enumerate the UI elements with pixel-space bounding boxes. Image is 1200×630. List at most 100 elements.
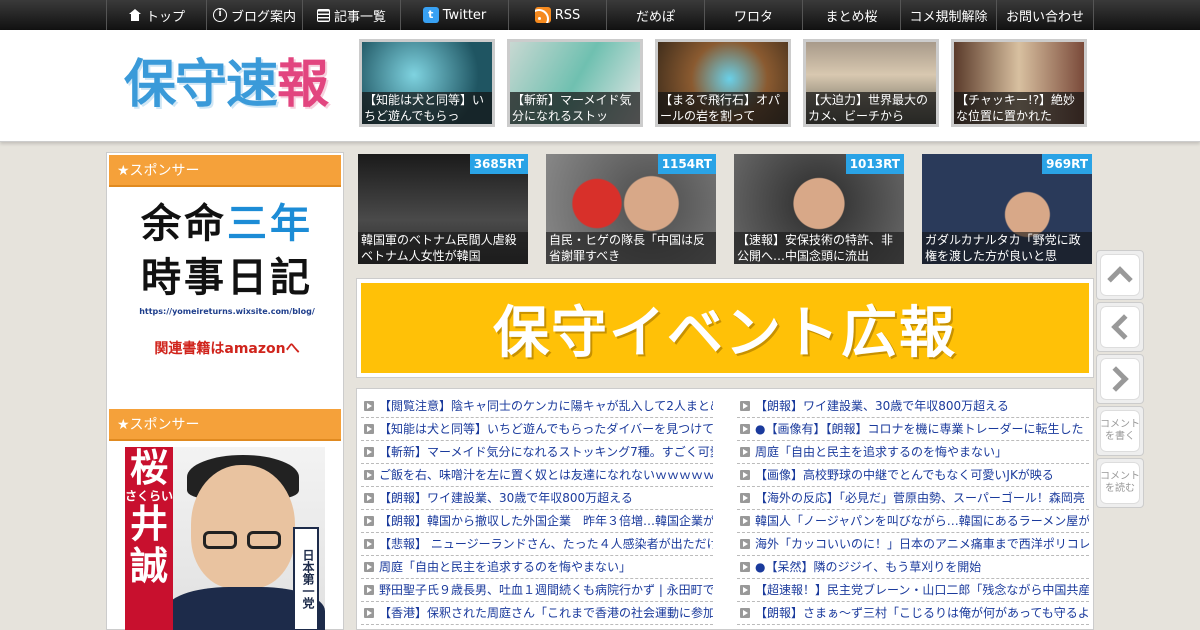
headline-link[interactable]: 【香港】保釈された周庭さん「これまで香港の社会運動に参加 [361,602,713,625]
featured-caption: 【まるで飛行石】オパールの岩を割って [658,92,788,124]
headline-link[interactable]: 【斬新】マーメイド気分になれるストッキング7種。すごく可愛 [361,441,713,464]
headline-link[interactable]: ご飯を右、味噌汁を左に置く奴とは友達になれないｗｗｗｗｗ [361,464,713,487]
featured-caption: 【チャッキー!?】絶妙な位置に置かれた [954,92,1084,124]
headline-link[interactable]: 【画像】高校野球の中継でとんでもなく可愛いJKが映る [737,464,1089,487]
comment-write-button[interactable]: コメントを書く [1096,406,1144,456]
nav-rss[interactable]: RSS [508,0,606,30]
sponsor-heading: ★スポンサー [109,409,341,441]
headline-link[interactable]: 【超速報！】民主党ブレーン・山口二郎「残念ながら中国共産 [737,579,1089,602]
nav-label: コメ規制解除 [909,9,988,25]
nav-label: まとめ桜 [825,9,878,25]
nav-label: Twitter [442,7,487,23]
ad-title-line1: 余命三年 [127,197,327,251]
headline-link[interactable]: 【朗報】さまぁ～ず三村「こじるりは俺が何があっても守るよ [737,602,1089,625]
comment-read-label: コメントを読む [1100,462,1140,504]
featured-thumb[interactable]: 【斬新】マーメイド気分になれるストッ [507,39,643,127]
featured-thumb[interactable]: 【大迫力】世界最大のカメ、ビーチから [803,39,939,127]
nav-warota[interactable]: ワロタ [704,0,802,30]
nav-label: トップ [145,9,185,25]
sponsor-heading: ★スポンサー [109,155,341,187]
comment-read-button[interactable]: コメントを読む [1096,458,1144,508]
featured-thumb[interactable]: 【チャッキー!?】絶妙な位置に置かれた [951,39,1087,127]
headline-list: 【閲覧注意】陰キャ同士のケンカに陽キャが乱入して2人まとめて 【知能は犬と同等】… [356,388,1094,630]
sponsor-ad-yomei[interactable]: 余命三年 時事日記 https://yomeireturns.wixsite.c… [127,197,327,358]
headline-link[interactable]: 周庭「自由と民主を追求するのを悔やまない」 [361,556,713,579]
headline-column-right: 【朗報】ワイ建設業、30歳で年収800万超える ●【画像有】【朗報】コロナを機に… [737,395,1089,625]
sidebar: ★スポンサー 余命三年 時事日記 https://yomeireturns.wi… [106,152,344,630]
ad-title-part-accent: 三年 [227,201,313,247]
main-content: 3685RT 韓国軍のベトナム民間人虐殺 ベトナム人女性が韓国 1154RT 自… [354,152,1096,630]
headline-link[interactable]: 周庭「自由と民主を追求するのを悔やまない」 [737,441,1089,464]
nav-damepo[interactable]: だめぽ [606,0,704,30]
featured-thumb[interactable]: 【まるで飛行石】オパールの岩を割って [655,39,791,127]
list-icon [316,8,330,22]
nav-contact[interactable]: お問い合わせ [996,0,1094,30]
logo-text-accent: 報 [277,55,329,115]
headline-link[interactable]: 【悲報】 ニュージーランドさん、たった４人感染者が出ただけ [361,533,713,556]
headline-link[interactable]: 【知能は犬と同等】いちど遊んでもらったダイバーを見つけて [361,418,713,441]
candidate-name: 桜 さくらい 井 誠 [125,447,173,630]
nav-blog-guide[interactable]: i ブログ案内 [206,0,302,30]
featured-thumb[interactable]: 【知能は犬と同等】いちど遊んでもらっ [359,39,495,127]
sponsor-ad-sakurai[interactable]: 桜 さくらい 井 誠 日本第一党 [125,447,325,630]
name-reading: さくらい [125,489,174,503]
site-logo[interactable]: 保守速報 [124,54,329,116]
comment-write-label: コメントを書く [1100,410,1140,452]
nav-article-list[interactable]: 記事一覧 [302,0,400,30]
chevron-up-icon [1107,266,1133,292]
headline-link[interactable]: ●【呆然】隣のジジイ、もう草刈りを開始 [737,556,1089,579]
nav-twitter[interactable]: t Twitter [400,0,508,30]
twitter-icon: t [422,7,439,23]
name-char: 井 [129,502,168,546]
amazon-link[interactable]: 関連書籍はamazonへ [127,338,327,358]
nav-label: RSS [554,7,581,23]
party-label: 日本第一党 [293,527,319,630]
featured-caption: 【斬新】マーメイド気分になれるストッ [510,92,640,124]
headline-link[interactable]: 【閲覧注意】陰キャ同士のケンカに陽キャが乱入して2人まとめて [361,395,713,418]
glasses-icon [247,531,281,549]
featured-caption: 【大迫力】世界最大のカメ、ビーチから [806,92,936,124]
headline-link[interactable]: 野田聖子氏９歳長男、吐血１週間続くも病院行かず | 永田町で [361,579,713,602]
headline-link[interactable]: 【朗報】ワイ建設業、30歳で年収800万超える [737,395,1089,418]
headline-link[interactable]: 【朗報】ワイ建設業、30歳で年収800万超える [361,487,713,510]
info-icon: i [212,8,227,22]
headline-link[interactable]: 海外「カッコいいのに！」日本のアニメ痛車まで西洋ポリコレ [737,533,1089,556]
headline-column-left: 【閲覧注意】陰キャ同士のケンカに陽キャが乱入して2人まとめて 【知能は犬と同等】… [361,395,713,625]
headline-link[interactable]: ●【画像有】【朗報】コロナを機に専業トレーダーに転生した [737,418,1089,441]
top-nav: トップ i ブログ案内 記事一覧 t Twitter RSS だめぽ ワロタ ま… [106,0,1094,30]
rt-caption: ガダルカナルタカ「野党に政権を渡した方が良いと思 [922,232,1092,264]
nav-matome-sakura[interactable]: まとめ桜 [802,0,900,30]
nav-top[interactable]: トップ [106,0,206,30]
rt-caption: 【速報】安保技術の特許、非公開へ…中国念頭に流出 [734,232,904,264]
rt-count-badge: 3685RT [469,154,528,174]
scroll-top-button[interactable] [1096,250,1144,300]
rt-caption: 自民・ヒゲの隊長「中国は反省謝罪すべき [546,232,716,264]
glasses-icon [203,531,237,549]
home-icon [128,9,142,21]
rss-icon [534,7,551,23]
prev-button[interactable] [1096,302,1144,352]
chevron-right-icon [1103,366,1129,392]
rt-caption: 韓国軍のベトナム民間人虐殺 ベトナム人女性が韓国 [358,232,528,264]
name-char: 桜 [129,447,168,490]
rt-count-badge: 969RT [1042,154,1092,174]
next-inner [1100,358,1140,400]
next-button[interactable] [1096,354,1144,404]
top-nav-bar: トップ i ブログ案内 記事一覧 t Twitter RSS だめぽ ワロタ ま… [0,0,1200,30]
logo-text-main: 保守速 [124,55,278,115]
site-header: 保守速報 【知能は犬と同等】いちど遊んでもらっ 【斬新】マーメイド気分になれるス… [0,30,1200,142]
ad-title-line2: 時事日記 [141,255,313,301]
ad-title-part: 余命 [141,201,227,247]
nav-label: お問い合わせ [1005,9,1084,25]
headline-link[interactable]: 【朗報】韓国から撤収した外国企業 昨年３倍増…韓国企業が [361,510,713,533]
rt-card[interactable]: 3685RT 韓国軍のベトナム民間人虐殺 ベトナム人女性が韓国 [358,154,528,264]
rt-card[interactable]: 1013RT 【速報】安保技術の特許、非公開へ…中国念頭に流出 [734,154,904,264]
headline-link[interactable]: 【海外の反応】「必見だ」菅原由勢、スーパーゴール！森岡亮 [737,487,1089,510]
rt-card[interactable]: 969RT ガダルカナルタカ「野党に政権を渡した方が良いと思 [922,154,1092,264]
event-banner[interactable]: 保守イベント広報 [356,278,1094,378]
nav-label: だめぽ [635,9,675,25]
ad-url: https://yomeireturns.wixsite.com/blog/ [139,307,315,316]
rt-card[interactable]: 1154RT 自民・ヒゲの隊長「中国は反省謝罪すべき [546,154,716,264]
headline-link[interactable]: 韓国人「ノージャパンを叫びながら…韓国にあるラーメン屋が [737,510,1089,533]
nav-comment-unblock[interactable]: コメ規制解除 [900,0,996,30]
